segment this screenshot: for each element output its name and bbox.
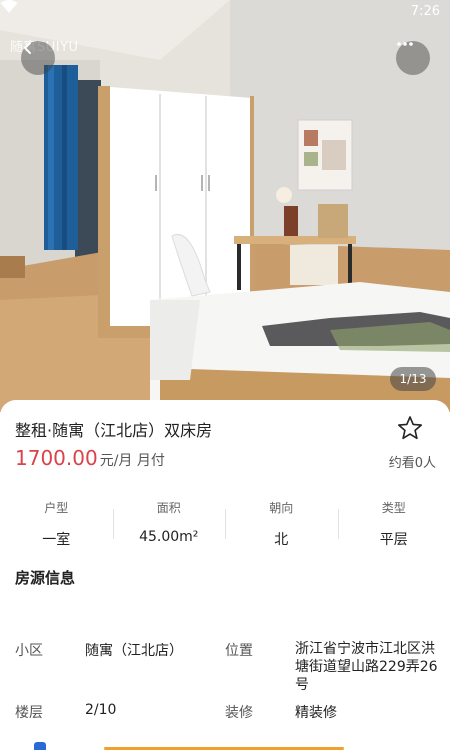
location-value: 浙江省宁波市江北区洪塘街道望山路229弄26号 <box>295 641 438 693</box>
community-value: 随寓（江北店） <box>85 643 183 659</box>
bottom-action-bar <box>0 738 450 750</box>
listing-title: 整租·随寓（江北店）双床房 <box>15 421 213 440</box>
attribute-type: 类型 平层 <box>337 495 450 551</box>
attribute-label: 户型 <box>44 501 69 515</box>
community-label: 小区 <box>15 643 43 659</box>
star-outline-icon[interactable] <box>397 415 423 441</box>
decoration-label: 装修 <box>225 705 253 721</box>
more-options-button[interactable] <box>396 41 430 75</box>
price-unit: 元/月 月付 <box>99 453 165 469</box>
location-label: 位置 <box>225 643 253 659</box>
attribute-layout: 户型 一室 <box>0 495 113 551</box>
attribute-value: 北 <box>274 532 289 548</box>
wifi-icon <box>0 0 18 13</box>
section-title: 房源信息 <box>15 569 76 587</box>
listing-photo-gallery[interactable]: 7:26 随寓SUIYU 1/13 <box>0 0 450 412</box>
attribute-label: 类型 <box>381 501 406 515</box>
bottom-icon[interactable] <box>34 742 46 750</box>
attribute-row: 户型 一室 面积 45.00m² 朝向 北 类型 平层 <box>0 495 450 551</box>
back-button[interactable] <box>21 41 55 75</box>
attribute-value: 一室 <box>42 532 71 548</box>
chevron-left-icon <box>24 42 31 54</box>
photo-counter: 1/13 <box>390 367 436 391</box>
attribute-value: 平层 <box>379 532 408 548</box>
attribute-label: 面积 <box>156 501 181 515</box>
room-photo <box>0 0 450 412</box>
more-horizontal-icon <box>397 42 413 46</box>
attribute-label: 朝向 <box>269 501 294 515</box>
attribute-orientation: 朝向 北 <box>225 495 338 551</box>
decoration-value: 精装修 <box>295 705 337 721</box>
view-count: 约看0人 <box>388 456 436 471</box>
status-time: 7:26 <box>410 4 440 19</box>
status-bar: 7:26 <box>0 0 450 26</box>
price-row: 1700.00 元/月 月付 <box>15 446 165 470</box>
attribute-area: 面积 45.00m² <box>112 495 226 551</box>
listing-detail-card: 整租·随寓（江北店）双床房 1700.00 元/月 月付 约看0人 户型 一室 … <box>0 400 450 750</box>
price-value: 1700.00 <box>15 446 98 470</box>
floor-label: 楼层 <box>15 705 43 721</box>
floor-value: 2/10 <box>85 702 117 718</box>
attribute-value: 45.00m² <box>139 529 199 545</box>
